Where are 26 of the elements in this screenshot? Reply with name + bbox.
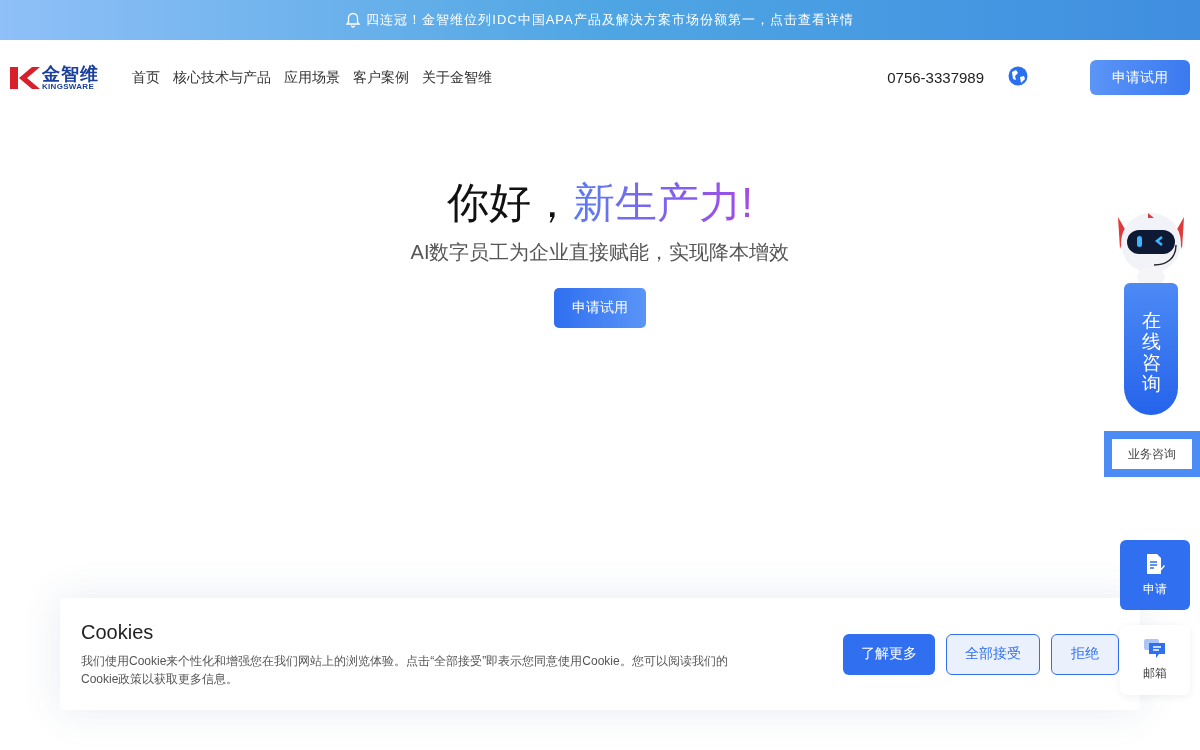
- bell-icon: [346, 12, 361, 28]
- nav-link[interactable]: 应用场景: [284, 68, 340, 87]
- cookie-button[interactable]: 拒绝: [1051, 633, 1119, 675]
- document-pen-icon: [1144, 552, 1166, 575]
- trial-button[interactable]: 申请试用: [1090, 60, 1190, 95]
- globe-icon[interactable]: [1008, 65, 1028, 86]
- nav-link[interactable]: 客户案例: [353, 68, 409, 87]
- announcement-link[interactable]: 四连冠！金智维位列IDC中国APA产品及解决方案市场份额第一，点击查看详情: [366, 11, 854, 29]
- nav-link[interactable]: 核心技术与产品: [173, 68, 271, 87]
- hero-subtitle: AI数字员工为企业直接赋能，实现降本增效: [410, 240, 790, 265]
- trial-button[interactable]: 申请试用: [554, 288, 646, 328]
- mail-button[interactable]: 邮箱: [1120, 625, 1190, 695]
- business-consult-button[interactable]: 业务咨询: [1112, 439, 1192, 469]
- logo-k-icon: [10, 65, 40, 90]
- cookie-button[interactable]: 全部接受: [946, 633, 1040, 675]
- phone-number: 0756-3337989: [887, 69, 984, 86]
- logo-text: 金智维: [42, 64, 99, 83]
- learn-more-button[interactable]: 了解更多: [843, 633, 935, 675]
- online-chat-button[interactable]: 在线咨询: [1124, 283, 1178, 415]
- message-icon: [1144, 638, 1166, 659]
- logo-subtitle: KINGSWARE: [42, 82, 95, 91]
- cookie-text: 我们使用Cookie来个性化和增强您在我们网站上的浏览体验。点击“全部接受”即表示您同意使用Cookie。您可以阅读我们的Cookie政策以获取更多信息。: [81, 652, 729, 688]
- nav-link[interactable]: 关于金智维: [422, 68, 492, 87]
- nav-link[interactable]: 首页: [132, 68, 160, 87]
- cookie-title: Cookies: [81, 620, 155, 644]
- apply-button[interactable]: 申请: [1120, 540, 1190, 610]
